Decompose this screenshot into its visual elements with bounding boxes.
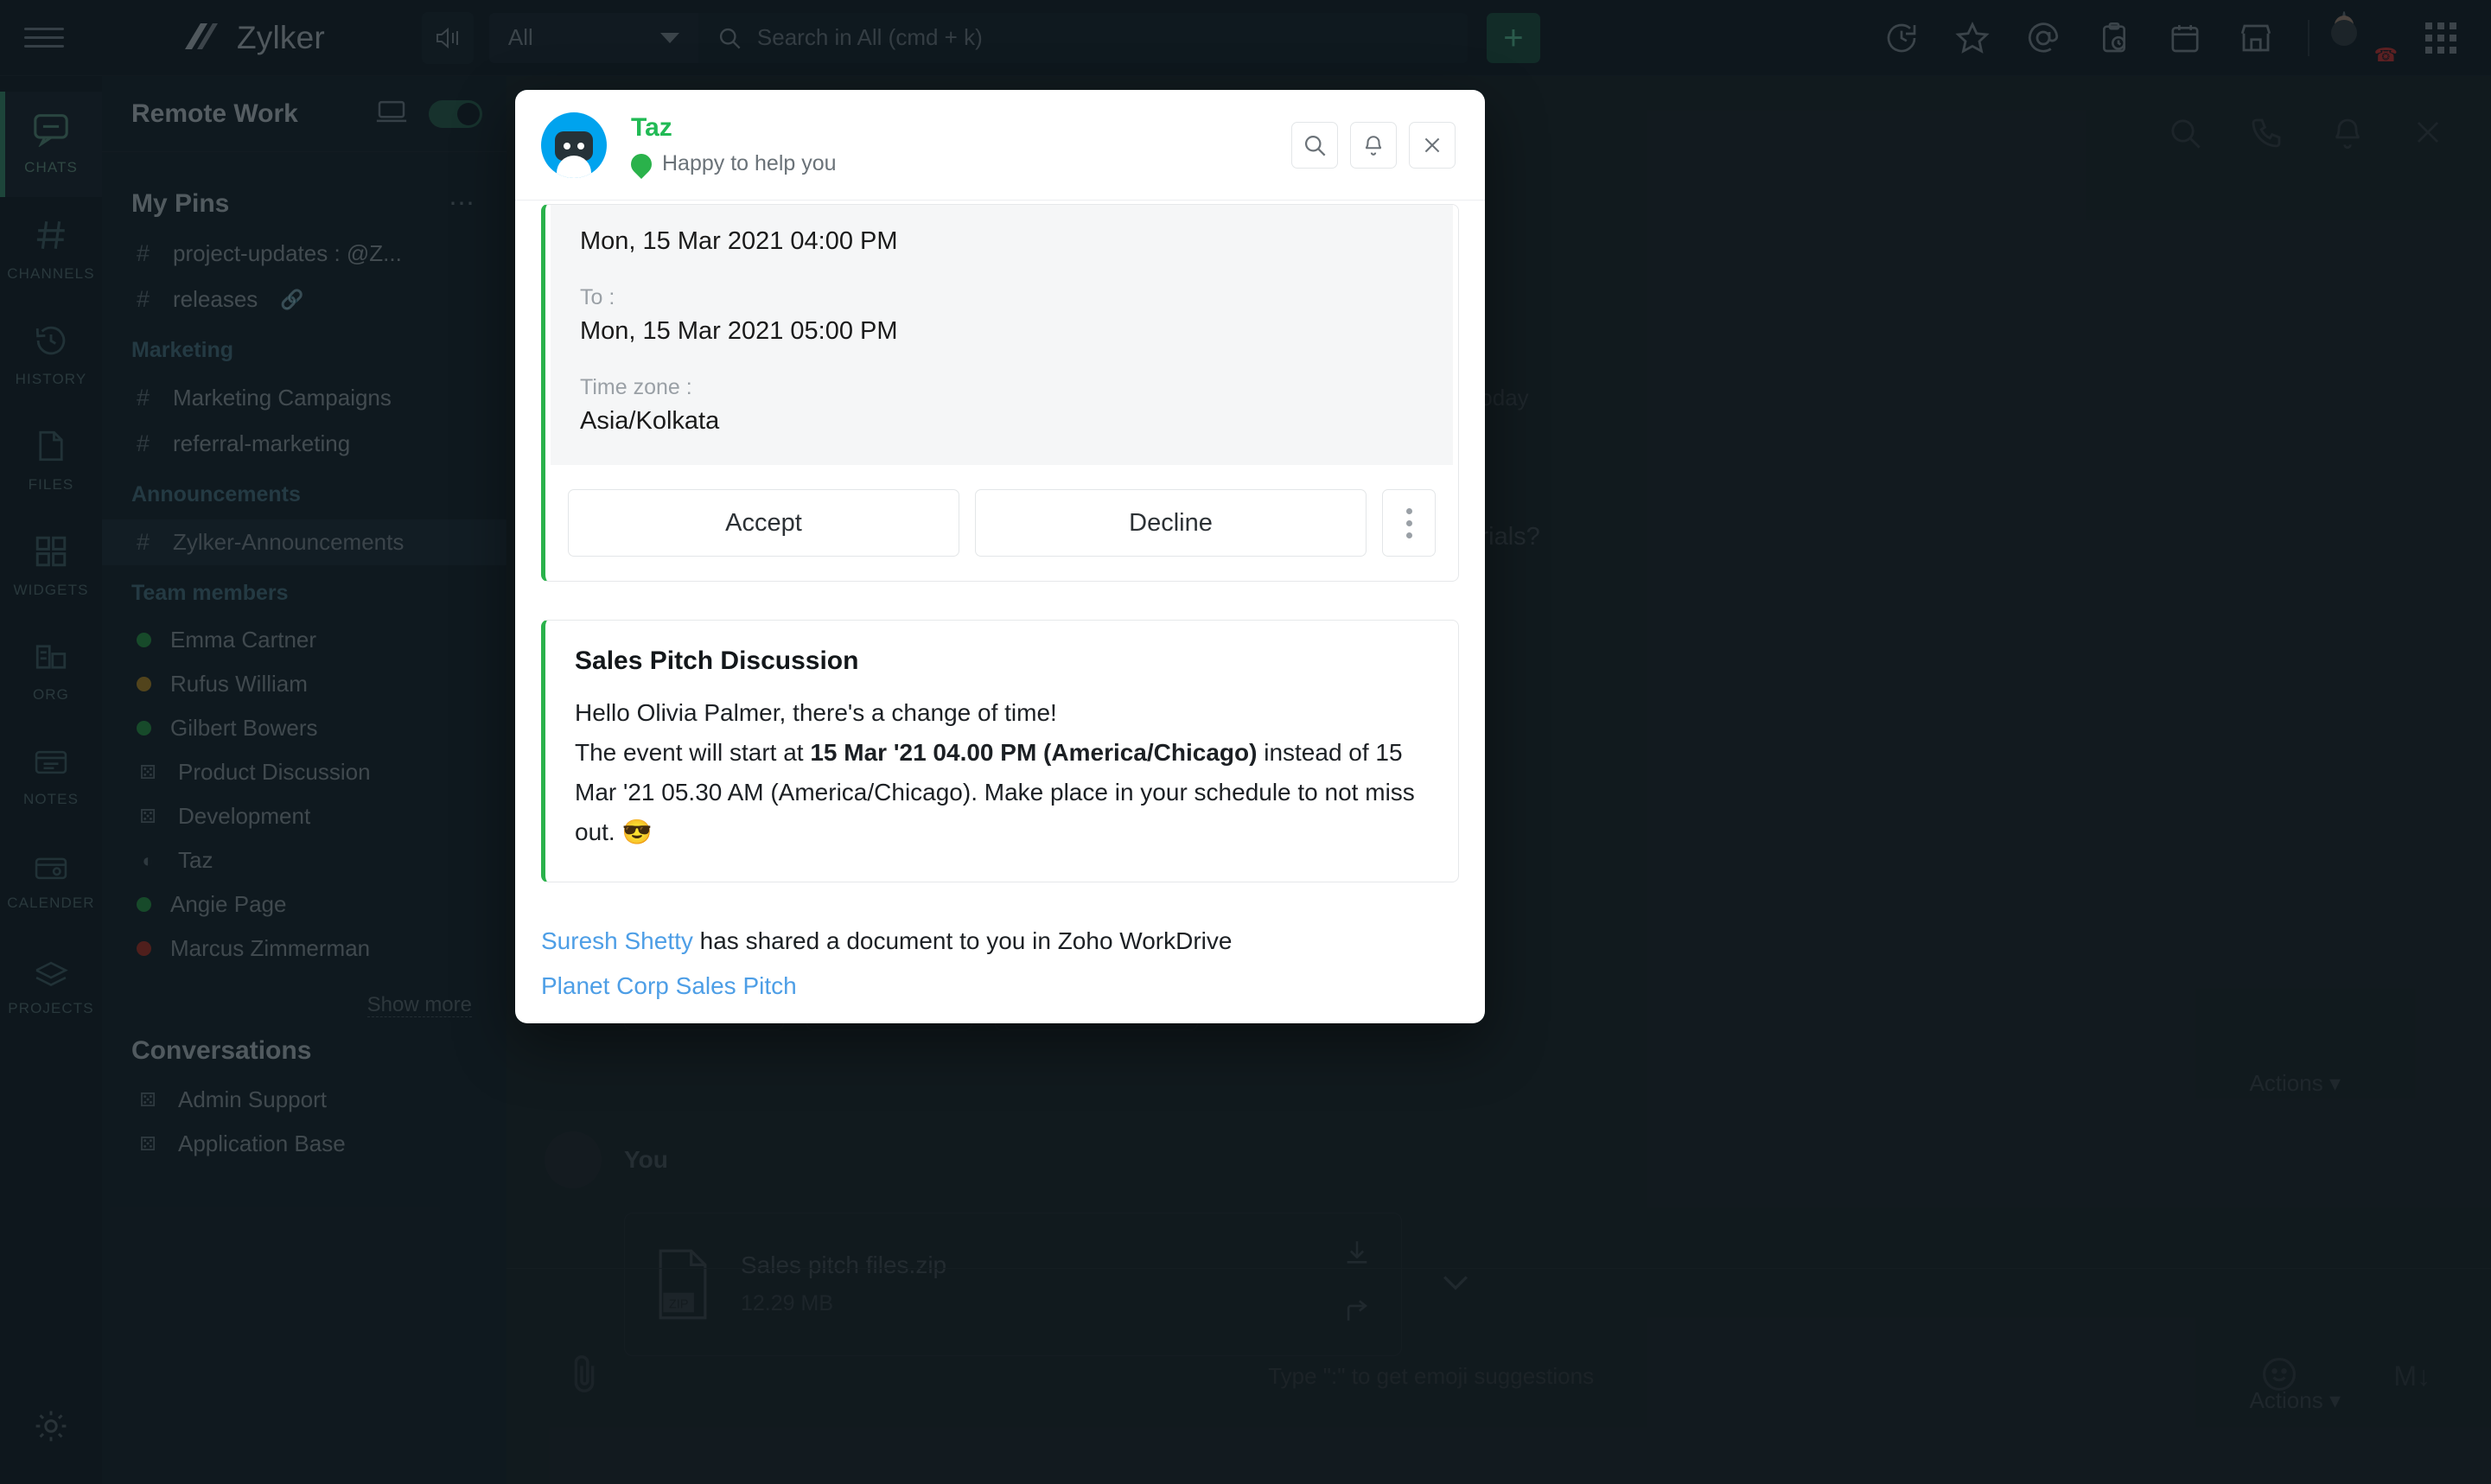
pitch-line-2-pre: The event will start at (575, 738, 811, 766)
modal-body: Mon, 15 Mar 2021 04:00 PM To : Mon, 15 M… (515, 201, 1485, 1023)
bot-status-text: Happy to help you (662, 151, 837, 175)
more-options-icon[interactable] (1382, 489, 1436, 557)
shared-text: has shared a document to you in Zoho Wor… (692, 927, 1233, 954)
sales-pitch-card: Sales Pitch Discussion Hello Olivia Palm… (541, 620, 1459, 882)
event-from-value: Mon, 15 Mar 2021 04:00 PM (580, 227, 898, 255)
pitch-body: Hello Olivia Palmer, there's a change of… (575, 693, 1429, 852)
modal-header: Taz Happy to help you (515, 90, 1485, 201)
event-to-label: To : (580, 285, 615, 309)
app-root: Zylker All + (0, 0, 2491, 1484)
event-details: Mon, 15 Mar 2021 04:00 PM To : Mon, 15 M… (551, 205, 1453, 465)
pitch-title: Sales Pitch Discussion (575, 646, 859, 675)
pitch-line-1: Hello Olivia Palmer, there's a change of… (575, 699, 1057, 726)
event-timezone-label: Time zone : (580, 375, 692, 399)
event-to-value: Mon, 15 Mar 2021 05:00 PM (580, 317, 898, 345)
close-icon[interactable] (1409, 121, 1456, 169)
bot-name: Taz (631, 113, 672, 142)
pitch-line-2-bold: 15 Mar '21 04.00 PM (America/Chicago) (810, 738, 1258, 766)
leaf-status-icon (627, 149, 656, 179)
event-timezone-value: Asia/Kolkata (580, 407, 720, 435)
search-icon[interactable] (1291, 121, 1338, 169)
event-action-buttons: Accept Decline (545, 465, 1458, 581)
accept-button[interactable]: Accept (568, 489, 959, 557)
bot-status: Happy to help you (627, 149, 837, 179)
taz-bot-modal: Taz Happy to help you Mon, 15 Mar 2021 0… (515, 90, 1485, 1023)
shared-document-line: Suresh Shetty has shared a document to y… (541, 922, 1459, 1007)
decline-button[interactable]: Decline (975, 489, 1367, 557)
bot-avatar-icon (541, 111, 607, 178)
shared-document-link[interactable]: Planet Corp Sales Pitch (541, 967, 1459, 1006)
bell-icon[interactable] (1350, 121, 1397, 169)
shared-by-person-link[interactable]: Suresh Shetty (541, 927, 693, 954)
event-invite-card: Mon, 15 Mar 2021 04:00 PM To : Mon, 15 M… (541, 204, 1459, 582)
